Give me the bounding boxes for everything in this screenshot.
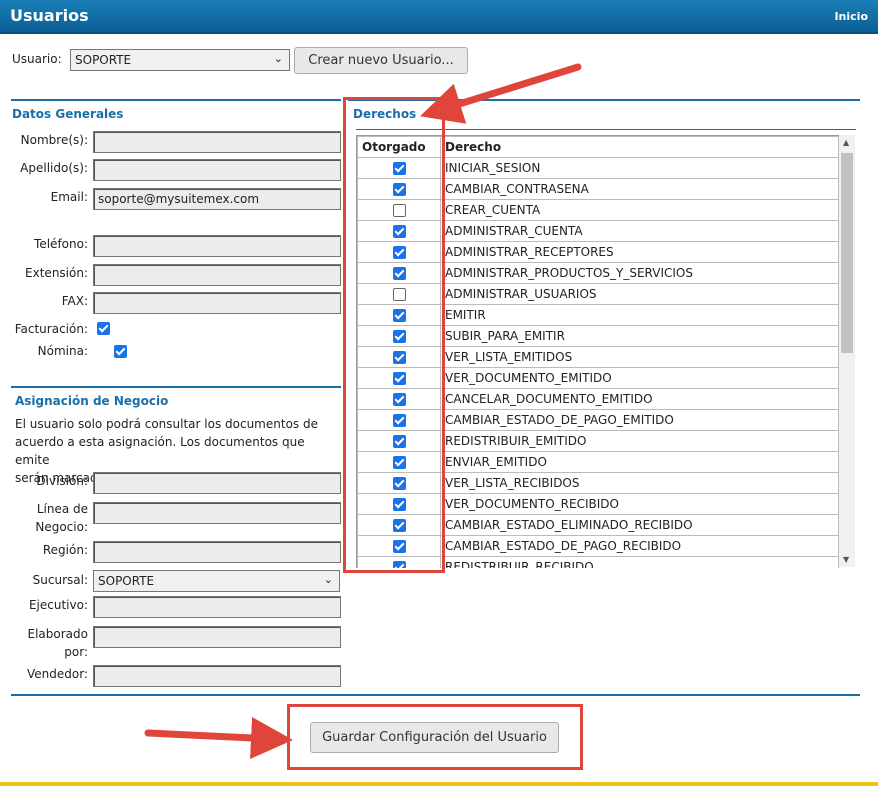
footer-bar [0, 782, 878, 786]
annotation-arrow-save [144, 717, 293, 759]
annotation-arrows [144, 63, 582, 759]
annotation-arrow-rights [419, 63, 582, 124]
